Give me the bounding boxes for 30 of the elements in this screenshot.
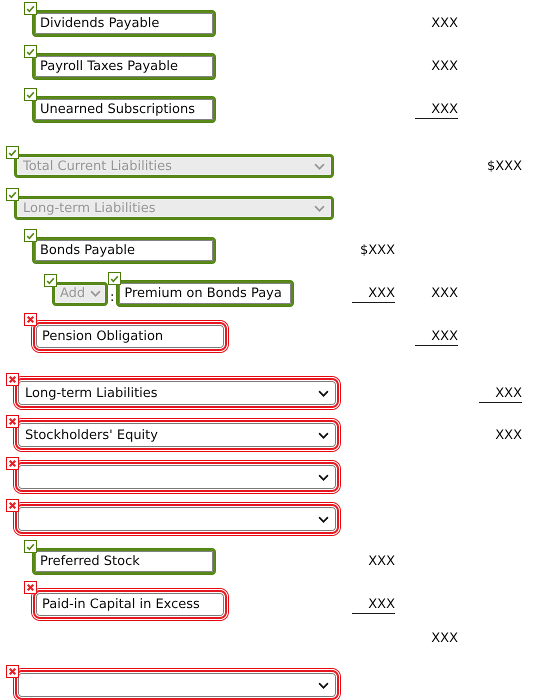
chevron-icon bbox=[318, 682, 329, 688]
chevron-icon bbox=[318, 474, 329, 480]
text-field[interactable]: Payroll Taxes Payable bbox=[32, 53, 216, 80]
amount-text: XXX bbox=[415, 100, 458, 119]
amount-text: $XXX bbox=[359, 242, 395, 260]
amount-text: XXX bbox=[430, 15, 458, 33]
chevron-icon bbox=[314, 162, 325, 170]
chevron-icon bbox=[90, 290, 101, 297]
text-field[interactable]: Bonds Payable bbox=[32, 237, 216, 264]
text-field[interactable]: Dividends Payable bbox=[32, 10, 216, 37]
colon-separator: : bbox=[110, 290, 114, 305]
text-field[interactable]: Premium on Bonds Paya bbox=[116, 280, 294, 307]
amount-text: XXX bbox=[430, 630, 458, 648]
text-field[interactable]: Paid-in Capital in Excess bbox=[36, 593, 224, 616]
amount-text: XXX bbox=[352, 595, 395, 614]
amount-text: XXX bbox=[367, 553, 395, 571]
amount-text: $XXX bbox=[486, 158, 522, 176]
amount-text: XXX bbox=[415, 327, 458, 346]
amount-text: XXX bbox=[352, 284, 395, 303]
chevron-icon bbox=[314, 204, 325, 212]
amount-text: XXX bbox=[494, 426, 522, 444]
chevron-icon bbox=[318, 390, 329, 396]
text-field[interactable]: Unearned Subscriptions bbox=[32, 96, 216, 123]
chevron-icon bbox=[318, 516, 329, 522]
text-field[interactable]: Pension Obligation bbox=[36, 325, 224, 348]
amount-text: XXX bbox=[430, 285, 458, 303]
amount-text: XXX bbox=[479, 384, 522, 402]
amount-text: XXX bbox=[430, 58, 458, 76]
text-field[interactable]: Preferred Stock bbox=[32, 548, 216, 575]
chevron-icon bbox=[318, 432, 329, 438]
